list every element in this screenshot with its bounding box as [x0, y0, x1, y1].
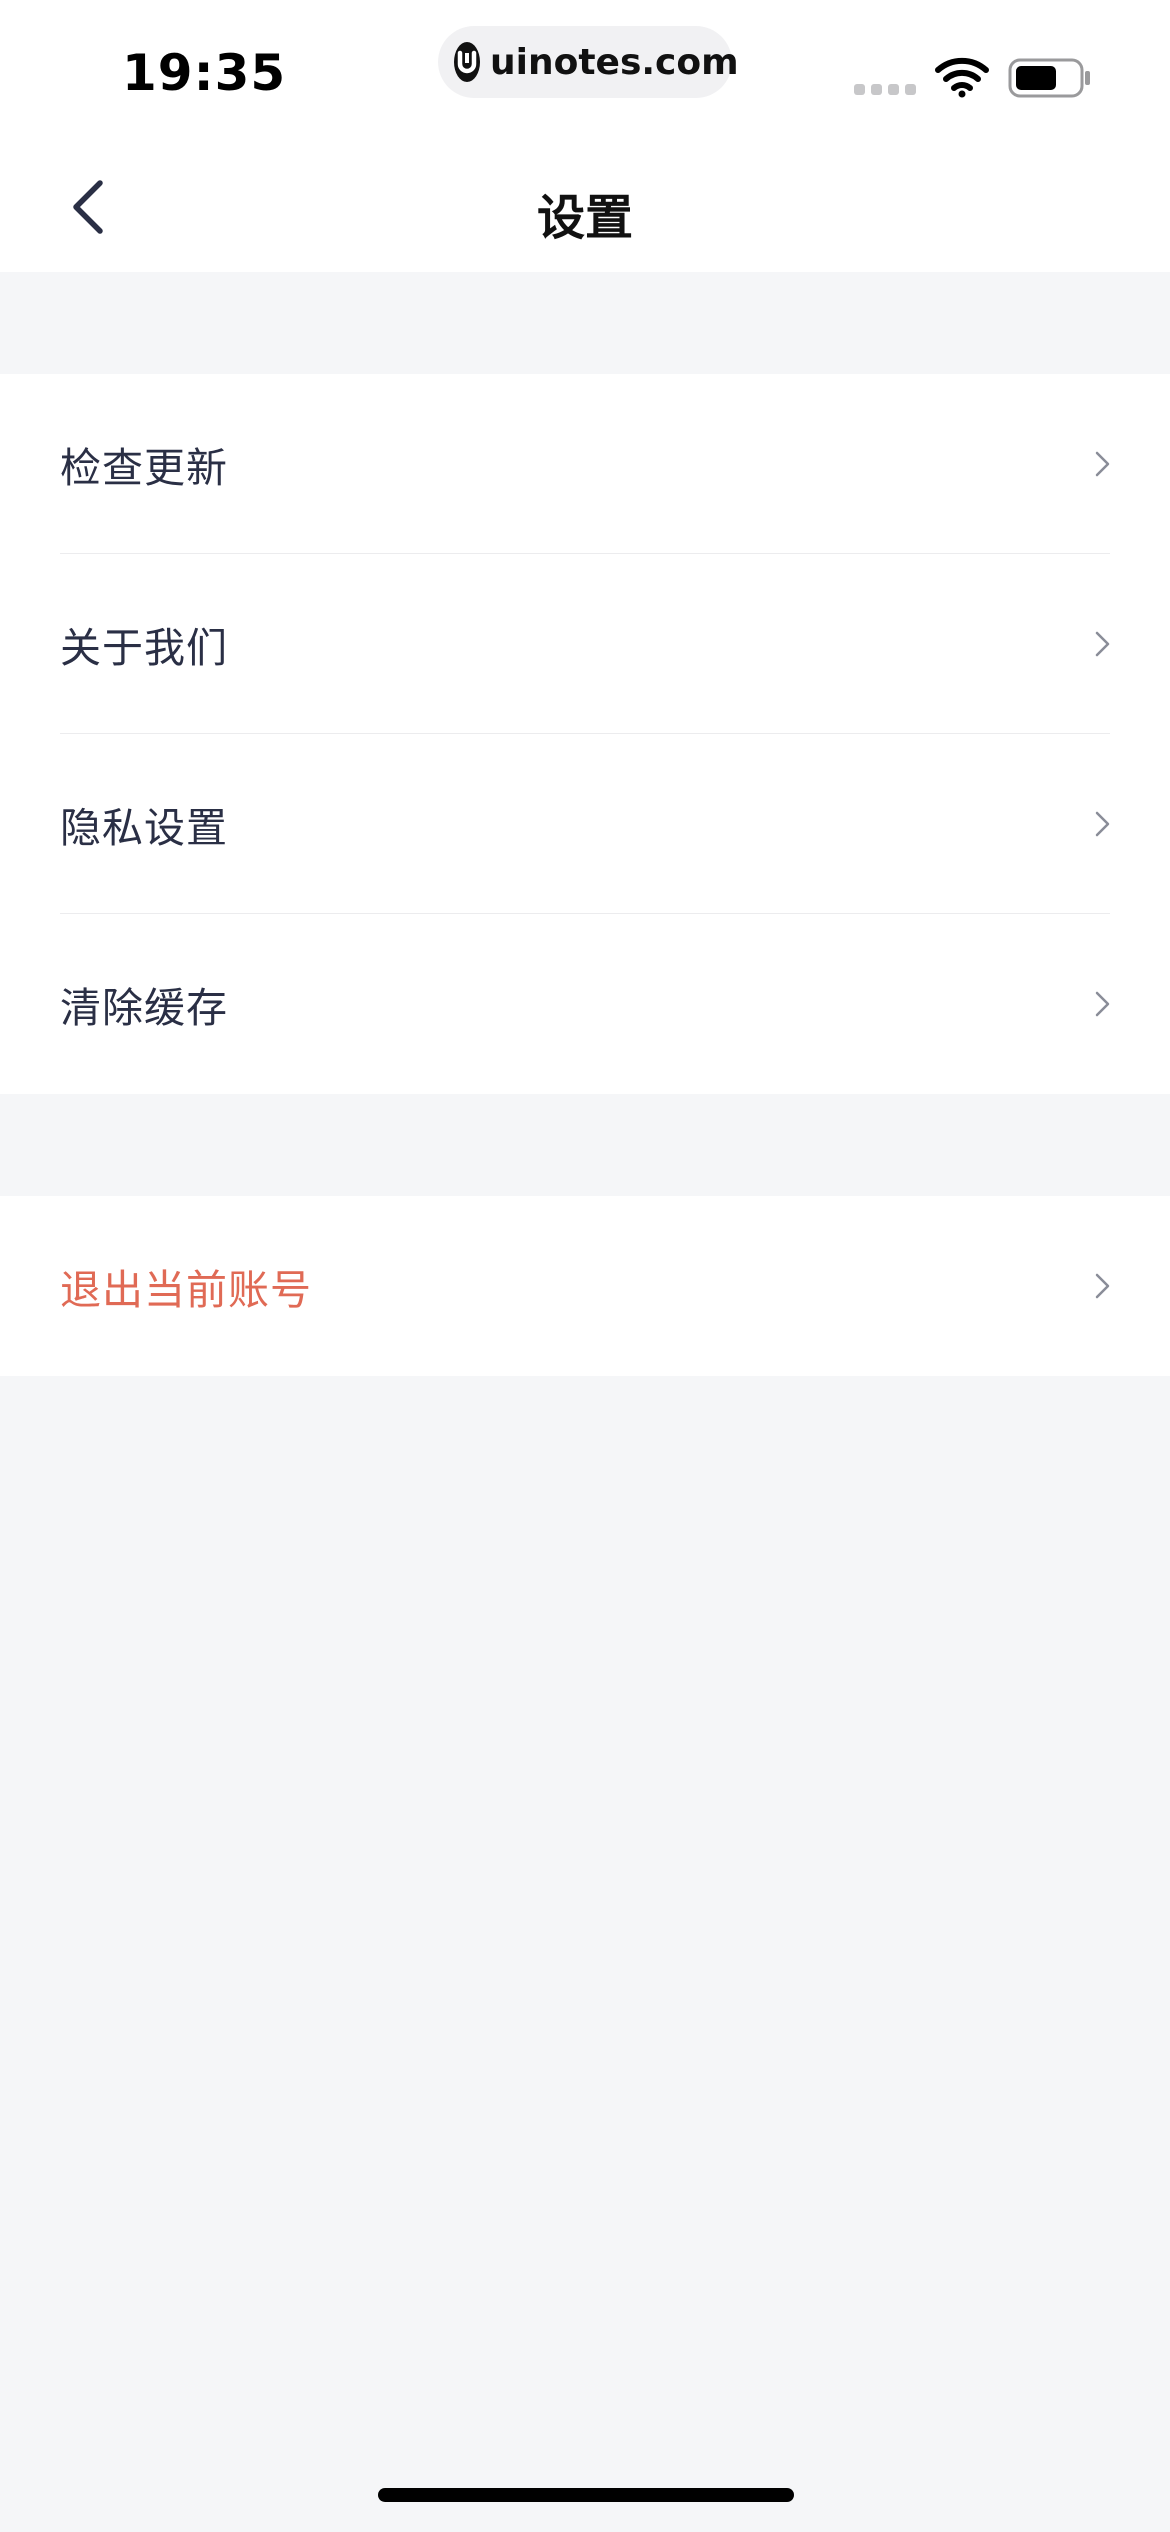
chevron-right-icon	[1095, 451, 1110, 477]
clear-cache-item[interactable]: 清除缓存	[0, 914, 1170, 1094]
home-indicator[interactable]	[378, 2488, 794, 2502]
status-bar: 19:35 uinotes.com	[0, 0, 1170, 140]
uinotes-logo-icon	[454, 42, 480, 82]
url-text: uinotes.com	[490, 41, 739, 83]
signal-icon	[854, 84, 916, 95]
list-item-label: 隐私设置	[60, 804, 228, 852]
logout-button[interactable]: 退出当前账号	[0, 1196, 1170, 1376]
battery-icon	[1008, 58, 1092, 102]
chevron-right-icon	[1095, 631, 1110, 657]
nav-bar: 设置	[0, 140, 1170, 272]
status-time: 19:35	[122, 44, 287, 102]
settings-list: 检查更新 关于我们 隐私设置 清除缓存	[0, 374, 1170, 1094]
chevron-right-icon	[1095, 811, 1110, 837]
privacy-settings-item[interactable]: 隐私设置	[0, 734, 1170, 914]
logout-label: 退出当前账号	[60, 1266, 312, 1314]
chevron-right-icon	[1095, 991, 1110, 1017]
wifi-icon	[934, 56, 990, 102]
logout-section: 退出当前账号	[0, 1196, 1170, 1376]
check-update-item[interactable]: 检查更新	[0, 374, 1170, 554]
list-item-label: 关于我们	[60, 624, 228, 672]
url-pill[interactable]: uinotes.com	[438, 26, 739, 98]
list-item-label: 清除缓存	[60, 984, 228, 1032]
list-item-label: 检查更新	[60, 444, 228, 492]
chevron-right-icon	[1095, 1273, 1110, 1299]
page-title: 设置	[536, 190, 633, 246]
about-us-item[interactable]: 关于我们	[0, 554, 1170, 734]
